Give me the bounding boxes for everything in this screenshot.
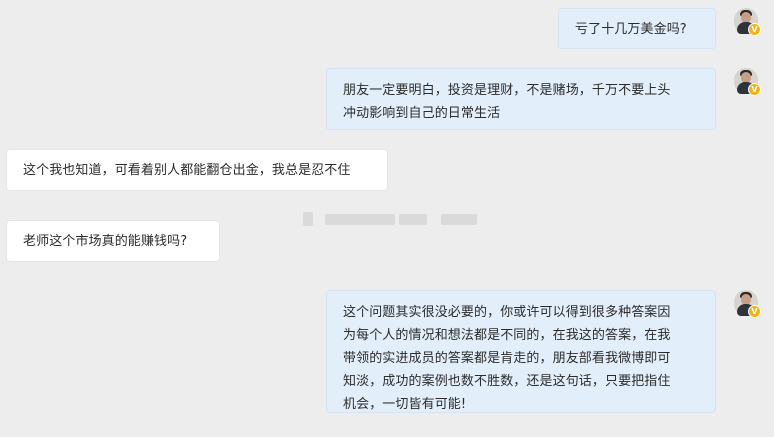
message-bubble-outgoing[interactable]: 亏了十几万美金吗? [558,8,716,49]
chat-window: 亏了十几万美金吗? V 朋友一定要明白，投资是理财，不是赌场，千万不要上头 冲动… [0,0,774,437]
avatar[interactable]: V [734,290,761,318]
message-bubble-incoming[interactable]: 这个我也知道，可看着别人都能翻仓出金，我总是忍不住 [6,149,388,191]
blurred-watermark [303,210,483,228]
message-bubble-outgoing[interactable]: 这个问题其实很没必要的，你或许可以得到很多种答案因 为每个人的情况和想法都是不同… [326,290,716,413]
avatar[interactable]: V [734,8,761,36]
verified-badge-icon: V [748,305,761,318]
verified-badge-icon: V [748,23,761,36]
message-bubble-incoming[interactable]: 老师这个市场真的能赚钱吗? [6,220,220,262]
message-bubble-outgoing[interactable]: 朋友一定要明白，投资是理财，不是赌场，千万不要上头 冲动影响到自己的日常生活 [326,68,716,130]
avatar[interactable]: V [734,68,761,96]
verified-badge-icon: V [748,83,761,96]
